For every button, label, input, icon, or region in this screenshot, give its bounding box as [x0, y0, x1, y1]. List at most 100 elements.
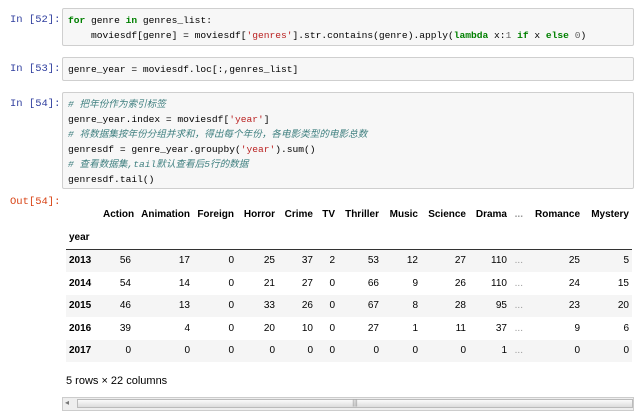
table-row: 2016 39 4 0 20 10 0 27 1 11 37... 9 6	[66, 317, 632, 340]
code-token: x:	[488, 30, 506, 41]
table-cell: 0	[269, 345, 275, 357]
column-header: Horror	[243, 208, 275, 220]
code-token: for	[68, 15, 86, 26]
code-token: if	[517, 30, 529, 41]
table-cell: 20	[263, 322, 275, 334]
code-token: in	[125, 15, 138, 26]
code-cell-53[interactable]: genre_year = moviesdf.loc[:,genres_list]	[62, 57, 634, 81]
table-cell: 53	[338, 248, 382, 272]
column-header: Romance	[534, 208, 580, 220]
column-header: Animation	[141, 208, 190, 220]
row-index: 2015	[69, 300, 92, 312]
table-cell: 9	[574, 322, 580, 334]
table-row: 2017 0 0 0 0 0 0 0 0 0 1... 0 0	[66, 339, 632, 362]
table-cell: 0	[184, 345, 190, 357]
table-cell: 0	[412, 345, 418, 357]
code-token: moviesdf[genre] = moviesdf[	[68, 30, 247, 41]
column-header: Drama	[475, 208, 507, 220]
table-row: 2014 54 14 0 21 27 0 66 9 26 110... 24 15	[66, 272, 632, 295]
table-cell: 27	[421, 248, 469, 272]
column-header: TV	[322, 208, 335, 220]
code-cell-52[interactable]: for genre in genres_list: moviesdf[genre…	[62, 8, 634, 46]
table-cell: 110	[469, 248, 510, 272]
table-cell: 0	[228, 277, 234, 289]
table-cell: 24	[568, 277, 580, 289]
dataframe-shape: 5 rows × 22 columns	[66, 375, 168, 387]
column-header: Mystery	[591, 208, 629, 220]
table-cell: 4	[184, 322, 190, 334]
index-name-row: year	[66, 226, 632, 249]
table-cell: 1	[412, 322, 418, 334]
column-header: Crime	[284, 208, 313, 220]
code-token: ].str.contains(genre).apply(	[292, 30, 454, 41]
code-token: lambda	[453, 30, 489, 41]
code-token: x	[528, 30, 546, 41]
table-cell: 12	[382, 248, 421, 272]
row-index: 2013	[66, 248, 100, 272]
cell-prompt-52: In [52]:	[10, 14, 61, 26]
scroll-left-icon[interactable]: ◂	[65, 398, 69, 407]
table-cell: 27	[367, 322, 379, 334]
table-cell: 110	[491, 277, 507, 289]
table-cell: 23	[568, 300, 580, 312]
table-cell: 0	[373, 345, 379, 357]
table-cell: 26	[454, 277, 466, 289]
code-line: genre_year = moviesdf.loc[:,genres_list]	[68, 64, 299, 75]
table-cell: 8	[412, 300, 418, 312]
code-token: 'year'	[229, 114, 264, 125]
code-cell-54[interactable]: # 把年份作为索引标签 genre_year.index = moviesdf[…	[62, 92, 634, 189]
index-row-filler	[100, 226, 632, 249]
table-cell: 11	[455, 322, 466, 334]
scrollbar-thumb[interactable]: |||	[77, 399, 633, 408]
column-header: Science	[428, 208, 466, 220]
table-cell: 14	[178, 277, 190, 289]
code-token: ).sum()	[275, 144, 316, 155]
table-cell: 15	[617, 277, 629, 289]
table-row: 2015 46 13 0 33 26 0 67 8 28 95... 23 20	[66, 294, 632, 317]
table-cell: 0	[574, 345, 580, 357]
table-cell: 21	[263, 277, 275, 289]
table-cell: 67	[367, 300, 379, 312]
row-index: 2017	[69, 345, 92, 357]
code-token: else	[545, 30, 569, 41]
table-cell: 13	[178, 300, 190, 312]
table-cell: 20	[617, 300, 629, 312]
column-header: Action	[103, 208, 135, 220]
table-cell: 27	[301, 277, 313, 289]
column-header: Foreign	[197, 208, 234, 220]
table-cell: 28	[454, 300, 466, 312]
code-token: 'genres'	[246, 30, 293, 41]
code-token: genres_list:	[137, 15, 212, 26]
table-cell: 1	[501, 345, 507, 357]
table-cell: 0	[228, 300, 234, 312]
code-comment: # 查看数据集,tail默认查看后5行的数据	[68, 159, 249, 170]
code-token: ]	[263, 114, 270, 125]
code-comment: # 将数据集按年份分组并求和，得出每个年份，各电影类型的电影总数	[68, 129, 368, 140]
table-cell: 9	[412, 277, 418, 289]
horizontal-scrollbar[interactable]: ◂ |||	[62, 397, 634, 411]
table-cell: 25	[237, 248, 278, 272]
table-cell: 2	[316, 248, 338, 272]
table-cell: 17	[134, 248, 193, 272]
table-cell: 0	[329, 322, 335, 334]
table-cell: 0	[329, 277, 335, 289]
row-index: 2016	[69, 322, 92, 334]
cell-prompt-53: In [53]:	[10, 63, 61, 75]
code-comment: # 把年份作为索引标签	[68, 99, 166, 110]
index-name: year	[69, 231, 90, 243]
code-token: 'year'	[240, 144, 276, 155]
table-cell: ...	[514, 322, 523, 334]
code-token: )	[580, 30, 587, 41]
column-header: ...	[514, 208, 523, 220]
column-header: Music	[389, 208, 418, 220]
table-cell: 95	[495, 300, 507, 312]
table-cell: ...	[510, 248, 524, 272]
table-row: 2013 56 17 0 25 37 2 53 12 27 110... 25 5	[66, 248, 632, 272]
table-cell: 54	[119, 277, 131, 289]
table-cell: 6	[623, 322, 629, 334]
row-index: 2014	[69, 277, 92, 289]
table-cell: 0	[193, 248, 237, 272]
table-header-row: Action Animation Foreign Horror Crime TV Thril…	[66, 202, 632, 226]
table-cell: ...	[514, 345, 523, 357]
table-cell: 0	[623, 345, 629, 357]
